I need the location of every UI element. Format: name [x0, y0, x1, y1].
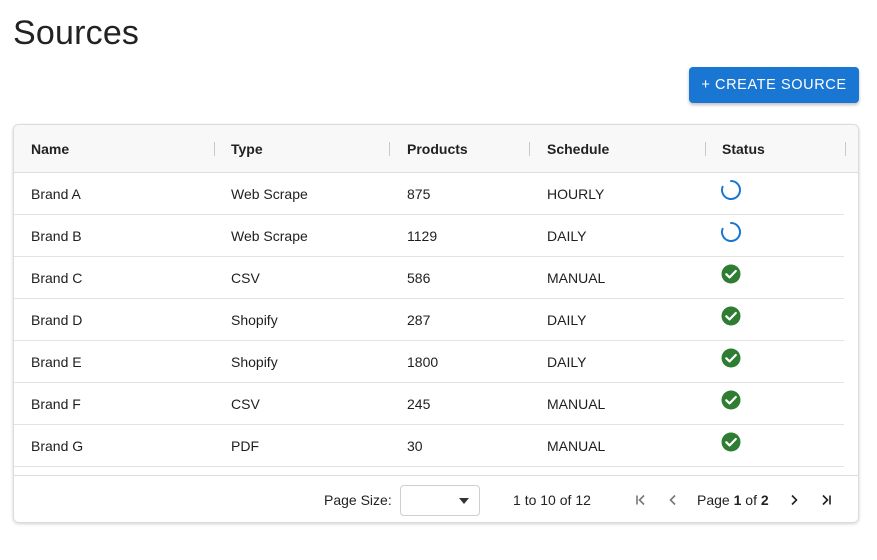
grid-header: Name Type Products Schedule Status [14, 125, 858, 173]
cell-products: 586 [407, 270, 431, 286]
cell-name: Brand C [31, 270, 83, 286]
cell-schedule: DAILY [547, 354, 587, 370]
page-size-label: Page Size: [324, 492, 392, 508]
range-end: 10 [540, 492, 556, 508]
column-header-products[interactable]: Products [407, 125, 468, 173]
cell-type: Shopify [231, 312, 278, 328]
check-circle-icon [720, 263, 742, 285]
table-row[interactable]: Brand C CSV 586 MANUAL [14, 257, 844, 299]
cell-products: 30 [407, 438, 423, 454]
check-circle-icon [720, 305, 742, 327]
table-row[interactable]: Brand D Shopify 287 DAILY [14, 299, 844, 341]
page-word: Page [697, 492, 730, 508]
check-circle-icon [720, 347, 742, 369]
column-resize-handle[interactable] [845, 142, 846, 156]
cell-products: 287 [407, 312, 431, 328]
current-page: 1 [733, 492, 742, 508]
page-indicator: Page 1 of 2 [697, 476, 769, 522]
cell-products: 1129 [407, 228, 438, 244]
table-row[interactable]: Brand A Web Scrape 875 HOURLY [14, 173, 844, 215]
column-resize-handle[interactable] [389, 142, 390, 156]
column-header-schedule[interactable]: Schedule [547, 125, 609, 173]
next-page-button[interactable] [784, 490, 804, 510]
cell-type: Shopify [231, 354, 278, 370]
spinner-icon [720, 179, 742, 201]
column-header-status[interactable]: Status [722, 125, 765, 173]
cell-products: 875 [407, 186, 431, 202]
cell-type: PDF [231, 438, 259, 454]
cell-schedule: MANUAL [547, 438, 606, 454]
cell-name: Brand F [31, 396, 81, 412]
table-row[interactable]: Brand B Web Scrape 1129 DAILY [14, 215, 844, 257]
cell-type: CSV [231, 270, 260, 286]
create-source-button[interactable]: + CREATE SOURCE [689, 67, 859, 103]
chevron-left-icon [669, 494, 676, 506]
first-page-button[interactable] [631, 490, 651, 510]
column-resize-handle[interactable] [529, 142, 530, 156]
cell-products: 1800 [407, 354, 439, 370]
cell-type: CSV [231, 396, 260, 412]
cell-type: Web Scrape [231, 228, 308, 244]
cell-type: Web Scrape [231, 186, 308, 202]
cell-schedule: MANUAL [547, 396, 606, 412]
previous-page-button[interactable] [663, 490, 683, 510]
page-of: of [745, 492, 757, 508]
range-start: 1 [513, 492, 521, 508]
last-page-button[interactable] [816, 490, 836, 510]
cell-schedule: DAILY [547, 312, 587, 328]
cell-name: Brand D [31, 312, 83, 328]
cell-products: 245 [407, 396, 431, 412]
chevron-right-icon [791, 494, 798, 506]
range-to: to [524, 492, 537, 508]
cell-schedule: DAILY [547, 228, 587, 244]
caret-down-icon [459, 498, 469, 504]
total-pages: 2 [760, 492, 769, 508]
pagination-bar: Page Size: 1 to 10 of 12 Page 1 of 2 [14, 475, 858, 522]
row-range-summary: 1 to 10 of 12 [513, 476, 591, 522]
check-circle-icon [720, 389, 742, 411]
first-page-icon [636, 494, 645, 506]
cell-name: Brand A [31, 186, 81, 202]
spinner-icon [720, 221, 742, 243]
range-total: 12 [575, 492, 591, 508]
last-page-icon [822, 494, 831, 506]
cell-schedule: HOURLY [547, 186, 605, 202]
column-resize-handle[interactable] [705, 142, 706, 156]
sources-grid: Name Type Products Schedule Status Brand… [13, 124, 859, 523]
cell-schedule: MANUAL [547, 270, 606, 286]
check-circle-icon [720, 431, 742, 453]
cell-name: Brand E [31, 354, 82, 370]
page-title: Sources [13, 14, 140, 52]
page-size-select[interactable] [400, 485, 480, 516]
column-header-name[interactable]: Name [31, 125, 69, 173]
column-header-type[interactable]: Type [231, 125, 263, 173]
cell-name: Brand G [31, 438, 84, 454]
table-row[interactable]: Brand G PDF 30 MANUAL [14, 425, 844, 467]
table-row[interactable]: Brand F CSV 245 MANUAL [14, 383, 844, 425]
range-of: of [559, 492, 572, 508]
cell-name: Brand B [31, 228, 82, 244]
column-resize-handle[interactable] [214, 142, 215, 156]
table-row[interactable]: Brand E Shopify 1800 DAILY [14, 341, 844, 383]
